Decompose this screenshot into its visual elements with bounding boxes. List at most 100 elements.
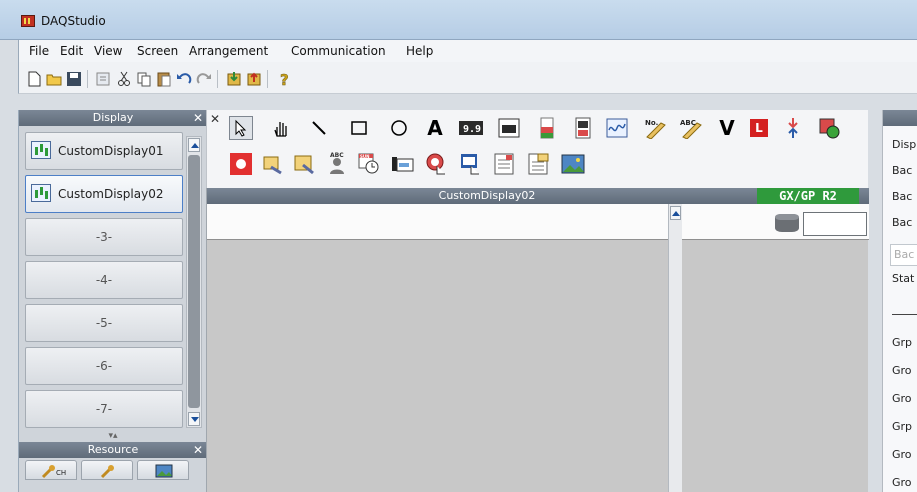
batch-icon[interactable] (293, 152, 317, 176)
bar-graph-icon[interactable] (535, 116, 559, 140)
message-icon[interactable] (261, 152, 285, 176)
scroll-up-icon[interactable] (188, 138, 200, 152)
hand-pan-icon[interactable] (269, 116, 293, 140)
calendar-clock-icon[interactable]: SUN (357, 152, 381, 176)
display-item[interactable]: -4- (25, 261, 183, 299)
display-canvas[interactable]: CustomDisplay02 GX/GP R2 (206, 188, 869, 492)
display-item[interactable]: -3- (25, 218, 183, 256)
menu-help[interactable]: Help (406, 44, 433, 58)
display-item-label: -5- (95, 316, 113, 330)
alarm-list-icon[interactable] (571, 116, 595, 140)
help-icon[interactable]: ? (275, 70, 293, 88)
push-button-icon[interactable] (425, 152, 449, 176)
close-icon[interactable]: ✕ (210, 112, 220, 126)
select-arrow-icon[interactable] (229, 116, 253, 140)
resource-tab-tools[interactable] (81, 460, 133, 480)
tag-string-icon[interactable]: ABC (679, 116, 703, 140)
display-item-label: -4- (95, 273, 113, 287)
message-summary-icon[interactable] (527, 152, 551, 176)
property-label: Stat (892, 272, 915, 285)
canvas-scrollbar[interactable] (668, 204, 682, 492)
display-panel: Display ✕ CustomDisplay01 CustomDisplay0… (18, 110, 207, 442)
lamp-letter: L (750, 119, 768, 137)
trend-icon[interactable] (605, 116, 629, 140)
undo-icon[interactable] (175, 70, 193, 88)
property-label: Gro (892, 364, 912, 377)
text-tool-icon[interactable]: A (423, 116, 447, 140)
user-icon[interactable]: ABC (325, 152, 349, 176)
new-file-icon[interactable] (25, 70, 43, 88)
image-tool-icon[interactable] (561, 152, 585, 176)
property-label: Gro (892, 392, 912, 405)
panel-splitter[interactable]: ▾▴ (19, 432, 207, 441)
alarm-summary-icon[interactable] (493, 152, 517, 176)
resource-tab-image[interactable] (137, 460, 189, 480)
display-item[interactable]: CustomDisplay01 (25, 132, 183, 170)
memory-card-icon[interactable] (391, 152, 415, 176)
toolbar-separator (217, 70, 218, 88)
user-abc-text: ABC (330, 152, 344, 159)
menu-communication[interactable]: Communication (291, 44, 386, 58)
tag-number-icon[interactable]: No. (643, 116, 667, 140)
property-label: Grp (892, 420, 913, 433)
paste-icon[interactable] (155, 70, 173, 88)
data-button-icon[interactable] (459, 152, 483, 176)
menu-view[interactable]: View (94, 44, 122, 58)
value-tool-icon[interactable]: V (715, 116, 739, 140)
image-icon (155, 464, 173, 478)
indicator-icon[interactable] (817, 116, 841, 140)
display-chart-icon (31, 184, 51, 202)
digital-value-icon[interactable]: 9.9 (459, 116, 483, 140)
digital-label-icon[interactable] (497, 116, 521, 140)
menu-edit[interactable]: Edit (60, 44, 83, 58)
display-item-selected[interactable]: CustomDisplay02 (25, 175, 183, 213)
line-tool-icon[interactable] (307, 116, 331, 140)
copy-icon[interactable] (135, 70, 153, 88)
alarm-indicator-icon[interactable] (229, 152, 253, 176)
display-item-label: -6- (95, 359, 113, 373)
switch-value-icon[interactable] (781, 116, 805, 140)
window-title: DAQStudio (41, 14, 106, 28)
close-icon[interactable]: ✕ (193, 110, 203, 126)
toolbar-separator (87, 70, 88, 88)
toolbar-separator (267, 70, 268, 88)
resource-panel: Resource ✕ CH (18, 442, 207, 492)
lamp-tool-icon[interactable]: L (747, 116, 771, 140)
canvas-header: CustomDisplay02 GX/GP R2 (207, 188, 869, 204)
menu-file[interactable]: File (29, 44, 49, 58)
scroll-thumb[interactable] (188, 155, 200, 408)
display-panel-header: Display ✕ (19, 110, 207, 126)
menu-screen[interactable]: Screen (137, 44, 178, 58)
save-icon[interactable] (65, 70, 83, 88)
upload-icon[interactable] (245, 70, 263, 88)
properties-icon[interactable] (95, 70, 113, 88)
open-folder-icon[interactable] (45, 70, 63, 88)
property-label: Bac (892, 164, 913, 177)
property-input[interactable]: Bac (890, 244, 917, 266)
download-icon[interactable] (225, 70, 243, 88)
display-chart-icon (31, 141, 51, 159)
display-item-label: -7- (95, 402, 113, 416)
menu-arrangement[interactable]: Arrangement (189, 44, 268, 58)
scroll-down-icon[interactable] (188, 412, 200, 426)
display-item-label: CustomDisplay01 (58, 144, 164, 158)
display-item[interactable]: -5- (25, 304, 183, 342)
redo-icon[interactable] (195, 70, 213, 88)
display-item[interactable]: -7- (25, 390, 183, 428)
cut-icon[interactable] (115, 70, 133, 88)
resource-panel-title: Resource (87, 443, 139, 456)
rectangle-tool-icon[interactable] (347, 116, 371, 140)
canvas-value-box[interactable] (803, 212, 867, 236)
ellipse-tool-icon[interactable] (387, 116, 411, 140)
property-label: Bac (892, 216, 913, 229)
display-panel-title: Display (92, 111, 134, 124)
close-icon[interactable]: ✕ (193, 442, 203, 458)
storage-drum-icon (775, 214, 799, 232)
resource-tab-channel[interactable]: CH (25, 460, 77, 480)
svg-text:?: ? (280, 71, 289, 88)
properties-panel: Disp Bac Bac Bac Bac Stat Grp Gro Gro Gr… (882, 110, 917, 492)
properties-panel-header (883, 110, 917, 126)
display-scrollbar[interactable] (186, 136, 202, 428)
scroll-up-icon[interactable] (670, 206, 681, 220)
display-item[interactable]: -6- (25, 347, 183, 385)
